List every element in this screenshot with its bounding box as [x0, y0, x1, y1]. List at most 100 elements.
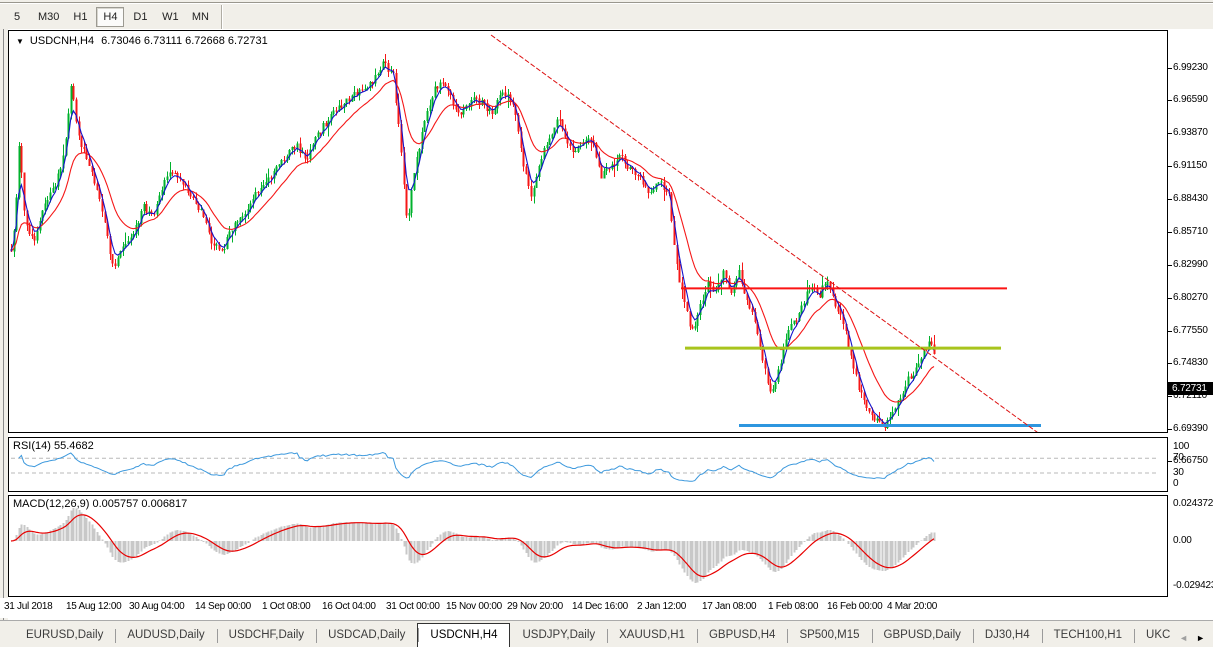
- macd-histogram: [12, 508, 935, 583]
- chart-tab-audusddaily[interactable]: AUDUSD,Daily: [115, 625, 216, 647]
- price-tick: [1168, 396, 1172, 397]
- chart-tab-sp500m15[interactable]: SP500,M15: [787, 625, 871, 647]
- chart-tab-dj30h4[interactable]: DJ30,H4: [973, 625, 1042, 647]
- date-label: 14 Dec 16:00: [572, 601, 628, 612]
- date-label: 17 Jan 08:00: [702, 601, 756, 612]
- date-label: 16 Feb 00:00: [827, 601, 882, 612]
- tab-scroll-left-icon[interactable]: ◄: [1179, 633, 1188, 643]
- tf-button-h4[interactable]: H4: [96, 7, 124, 27]
- price-tick: [1168, 429, 1172, 430]
- date-label: 31 Jul 2018: [4, 601, 52, 612]
- rsi-canvas[interactable]: [9, 438, 1167, 491]
- chart-tab-gbpusddaily[interactable]: GBPUSD,Daily: [872, 625, 973, 647]
- chart-tab-bar: EURUSD,DailyAUDUSD,DailyUSDCHF,DailyUSDC…: [0, 620, 1213, 647]
- date-label: 4 Mar 20:00: [887, 601, 937, 612]
- date-label: 15 Nov 00:00: [446, 601, 502, 612]
- price-tick: [1168, 68, 1172, 69]
- price-tick: [1168, 331, 1172, 332]
- date-label: 30 Aug 04:00: [129, 601, 184, 612]
- tab-scroll-controls: ◄ ►: [1179, 633, 1213, 647]
- down-candle-wicks: [12, 54, 935, 431]
- tf-button-h1[interactable]: H1: [66, 7, 94, 27]
- price-tick: [1168, 298, 1172, 299]
- rsi-axis-label: 70: [1173, 452, 1184, 463]
- tf-button-5[interactable]: 5: [3, 7, 31, 27]
- price-label: 6.93870: [1173, 127, 1208, 138]
- price-tick: [1168, 265, 1172, 266]
- chart-tab-eurusddaily[interactable]: EURUSD,Daily: [14, 625, 115, 647]
- rsi-line: [19, 453, 934, 482]
- mt4-window: 5M30H1H4D1W1MN ▼ USDCNH,H4 6.73046 6.731…: [0, 0, 1213, 647]
- chart-tab-gbpusdh4[interactable]: GBPUSD,H4: [697, 625, 787, 647]
- price-tick: [1168, 199, 1172, 200]
- price-label: 6.85710: [1173, 226, 1208, 237]
- macd-axis-label: 0.00: [1173, 535, 1192, 546]
- macd-panel[interactable]: MACD(12,26,9) 0.005757 0.006817: [8, 495, 1168, 597]
- date-label: 1 Oct 08:00: [262, 601, 310, 612]
- chart-tab-usdchfdaily[interactable]: USDCHF,Daily: [217, 625, 316, 647]
- date-label: 2 Jan 12:00: [637, 601, 686, 612]
- chart-tab-tech100h1[interactable]: TECH100,H1: [1042, 625, 1134, 647]
- price-label: 6.69390: [1173, 423, 1208, 434]
- rsi-label: RSI(14) 55.4682: [13, 440, 94, 452]
- price-label: 6.88430: [1173, 193, 1208, 204]
- chart-tab-ukc[interactable]: UKC: [1134, 625, 1179, 647]
- price-tick: [1168, 100, 1172, 101]
- price-label: 6.91150: [1173, 160, 1207, 171]
- date-label: 29 Nov 20:00: [507, 601, 563, 612]
- price-tick: [1168, 166, 1172, 167]
- chart-tab-usdcnhh4[interactable]: USDCNH,H4: [417, 623, 510, 647]
- main-chart-canvas[interactable]: [9, 31, 1167, 432]
- price-tick: [1168, 363, 1172, 364]
- chart-title: ▼ USDCNH,H4 6.73046 6.73111 6.72668 6.72…: [16, 35, 268, 47]
- chart-title-symbol: USDCNH,H4: [30, 35, 94, 47]
- macd-axis-label: 0.024372: [1173, 498, 1213, 509]
- price-label: 6.74830: [1173, 357, 1208, 368]
- chart-tabs: EURUSD,DailyAUDUSD,DailyUSDCHF,DailyUSDC…: [0, 621, 1179, 647]
- timeframe-buttons: 5M30H1H4D1W1MN: [2, 7, 215, 27]
- macd-label: MACD(12,26,9) 0.005757 0.006817: [13, 498, 187, 510]
- window-top-edge: [0, 0, 1213, 3]
- down-candle-bodies: [12, 61, 935, 428]
- up-candle-bodies: [15, 61, 930, 428]
- rsi-axis-label: 0: [1173, 478, 1178, 489]
- chart-tab-usdjpydaily[interactable]: USDJPY,Daily: [510, 625, 607, 647]
- date-label: 15 Aug 12:00: [66, 601, 121, 612]
- macd-canvas[interactable]: [9, 496, 1167, 596]
- timeframe-toolbar: 5M30H1H4D1W1MN: [0, 4, 1213, 29]
- date-label: 1 Feb 08:00: [768, 601, 818, 612]
- price-tick: [1168, 133, 1172, 134]
- macd-axis-label: -0.029423: [1173, 580, 1213, 591]
- price-label: 6.82990: [1173, 259, 1208, 270]
- chart-tab-xauusdh1[interactable]: XAUUSD,H1: [607, 625, 697, 647]
- ma-fast-line: [11, 67, 934, 423]
- tf-button-d1[interactable]: D1: [126, 7, 154, 27]
- rsi-axis-label: 30: [1173, 467, 1184, 478]
- date-label: 31 Oct 00:00: [386, 601, 440, 612]
- window-left-edge: [0, 29, 8, 620]
- ma-slow-line: [11, 80, 934, 402]
- price-label: 6.77550: [1173, 325, 1208, 336]
- date-label: 14 Sep 00:00: [195, 601, 251, 612]
- toolbar-separator: [221, 5, 222, 29]
- price-tick: [1168, 232, 1172, 233]
- tf-button-w1[interactable]: W1: [156, 7, 184, 27]
- price-label: 6.96590: [1173, 94, 1208, 105]
- chart-title-ohlc: 6.73046 6.73111 6.72668 6.72731: [101, 35, 268, 47]
- tab-scroll-right-icon[interactable]: ►: [1196, 633, 1205, 643]
- up-candle-wicks: [15, 59, 930, 429]
- time-axis[interactable]: 31 Jul 2018 15 Aug 12:00 30 Aug 04:00 14 Se…: [0, 598, 1213, 618]
- rsi-panel[interactable]: RSI(14) 55.4682: [8, 437, 1168, 492]
- current-price-tag: 6.72731: [1168, 382, 1213, 395]
- tf-button-m30[interactable]: M30: [33, 7, 64, 27]
- price-tick: [1168, 461, 1172, 462]
- price-label: 6.80270: [1173, 292, 1208, 303]
- rsi-axis-label: 100: [1173, 441, 1189, 452]
- chart-menu-arrow-icon[interactable]: ▼: [16, 37, 24, 46]
- price-axis[interactable]: 6.99230 6.96590 6.93870 6.91150 6.88430 6.857…: [1168, 30, 1213, 600]
- price-chart-panel[interactable]: ▼ USDCNH,H4 6.73046 6.73111 6.72668 6.72…: [8, 30, 1168, 433]
- price-label: 6.99230: [1173, 62, 1208, 73]
- chart-tab-usdcaddaily[interactable]: USDCAD,Daily: [316, 625, 417, 647]
- tf-button-mn[interactable]: MN: [186, 7, 214, 27]
- date-label: 16 Oct 04:00: [322, 601, 376, 612]
